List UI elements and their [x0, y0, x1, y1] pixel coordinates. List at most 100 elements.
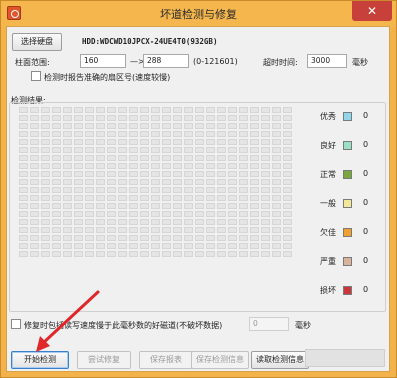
sector-cell: [195, 235, 204, 241]
sector-cell: [239, 243, 248, 249]
sector-cell: [217, 219, 226, 225]
sector-cell: [283, 243, 292, 249]
legend-item: 优秀 0: [320, 111, 380, 123]
sector-cell: [63, 243, 72, 249]
sector-cell: [217, 195, 226, 201]
read-info-button[interactable]: 读取检测信息: [251, 351, 309, 369]
sector-cell: [184, 131, 193, 137]
sector-cell: [184, 187, 193, 193]
sector-cell: [74, 203, 83, 209]
sector-cell: [52, 187, 61, 193]
sector-cell: [96, 147, 105, 153]
sector-cell: [250, 171, 259, 177]
sector-cell: [151, 171, 160, 177]
sector-cell: [63, 171, 72, 177]
sector-cell: [162, 203, 171, 209]
sector-cell: [107, 179, 116, 185]
sector-cell: [283, 195, 292, 201]
sector-cell: [30, 187, 39, 193]
save-info-button[interactable]: 保存检测信息: [191, 351, 249, 369]
try-repair-button[interactable]: 尝试修复: [77, 351, 131, 369]
report-sector-checkbox[interactable]: [31, 71, 41, 81]
sector-cell: [19, 139, 28, 145]
sector-cell: [261, 147, 270, 153]
sector-cell: [140, 115, 149, 121]
sector-cell: [239, 195, 248, 201]
sector-cell: [283, 107, 292, 113]
sector-cell: [19, 235, 28, 241]
sector-cell: [217, 115, 226, 121]
sector-cell: [217, 203, 226, 209]
sector-cell: [151, 195, 160, 201]
sector-cell: [30, 107, 39, 113]
sector-cell: [239, 107, 248, 113]
sector-cell: [250, 203, 259, 209]
sector-cell: [41, 107, 50, 113]
sector-cell: [151, 243, 160, 249]
sector-cell: [63, 235, 72, 241]
sector-cell: [250, 195, 259, 201]
dialog-body: 选择硬盘 HDD:WDCWD10JPCX-24UE4T0(932GB) 柱面范围…: [6, 26, 390, 372]
start-detect-button[interactable]: 开始检测: [11, 351, 69, 369]
sector-cell: [151, 163, 160, 169]
sector-cell: [195, 219, 204, 225]
sector-cell: [129, 139, 138, 145]
sector-cell: [129, 155, 138, 161]
sector-cell: [162, 251, 171, 257]
sector-cell: [63, 115, 72, 121]
sector-cell: [206, 115, 215, 121]
sector-cell: [74, 195, 83, 201]
sector-cell: [228, 163, 237, 169]
select-disk-button[interactable]: 选择硬盘: [12, 33, 62, 51]
sector-cell: [151, 131, 160, 137]
sector-cell: [52, 219, 61, 225]
timeout-unit: 毫秒: [352, 58, 368, 67]
close-button[interactable]: ✕: [352, 1, 392, 21]
sector-cell: [283, 171, 292, 177]
sector-cell: [272, 219, 281, 225]
sector-cell: [41, 179, 50, 185]
range-start-input[interactable]: 160: [80, 54, 126, 68]
sector-cell: [118, 251, 127, 257]
sector-cell: [250, 123, 259, 129]
sector-cell: [30, 195, 39, 201]
sector-cell: [118, 147, 127, 153]
sector-cell: [239, 219, 248, 225]
timeout-input[interactable]: 3000: [307, 54, 347, 68]
repair-threshold-input[interactable]: 0: [249, 317, 289, 331]
sector-cell: [272, 123, 281, 129]
cylinder-range-label: 柱面范围:: [15, 58, 50, 67]
sector-cell: [19, 179, 28, 185]
sector-cell: [195, 179, 204, 185]
sector-cell: [41, 195, 50, 201]
sector-cell: [63, 203, 72, 209]
sector-cell: [162, 131, 171, 137]
sector-cell: [283, 139, 292, 145]
report-sector-label: 检测时报告准确的扇区号(速度较慢): [44, 73, 171, 82]
sector-cell: [107, 107, 116, 113]
sector-cell: [140, 227, 149, 233]
legend-label: 严重: [320, 257, 336, 266]
sector-cell: [283, 203, 292, 209]
sector-cell: [151, 147, 160, 153]
sector-cell: [250, 115, 259, 121]
sector-cell: [151, 235, 160, 241]
sector-cell: [85, 251, 94, 257]
sector-cell: [118, 179, 127, 185]
sector-cell: [151, 155, 160, 161]
range-end-input[interactable]: 288: [143, 54, 189, 68]
sector-cell: [206, 219, 215, 225]
sector-cell: [96, 195, 105, 201]
save-report-button[interactable]: 保存报表: [139, 351, 193, 369]
sector-cell: [228, 211, 237, 217]
legend-label: 正常: [320, 170, 336, 179]
sector-cell: [239, 227, 248, 233]
sector-cell: [30, 139, 39, 145]
repair-option-checkbox[interactable]: [11, 319, 21, 329]
sector-cell: [272, 147, 281, 153]
sector-cell: [30, 155, 39, 161]
sector-cell: [195, 139, 204, 145]
sector-cell: [272, 179, 281, 185]
sector-cell: [206, 171, 215, 177]
legend-count: 0: [363, 256, 369, 265]
